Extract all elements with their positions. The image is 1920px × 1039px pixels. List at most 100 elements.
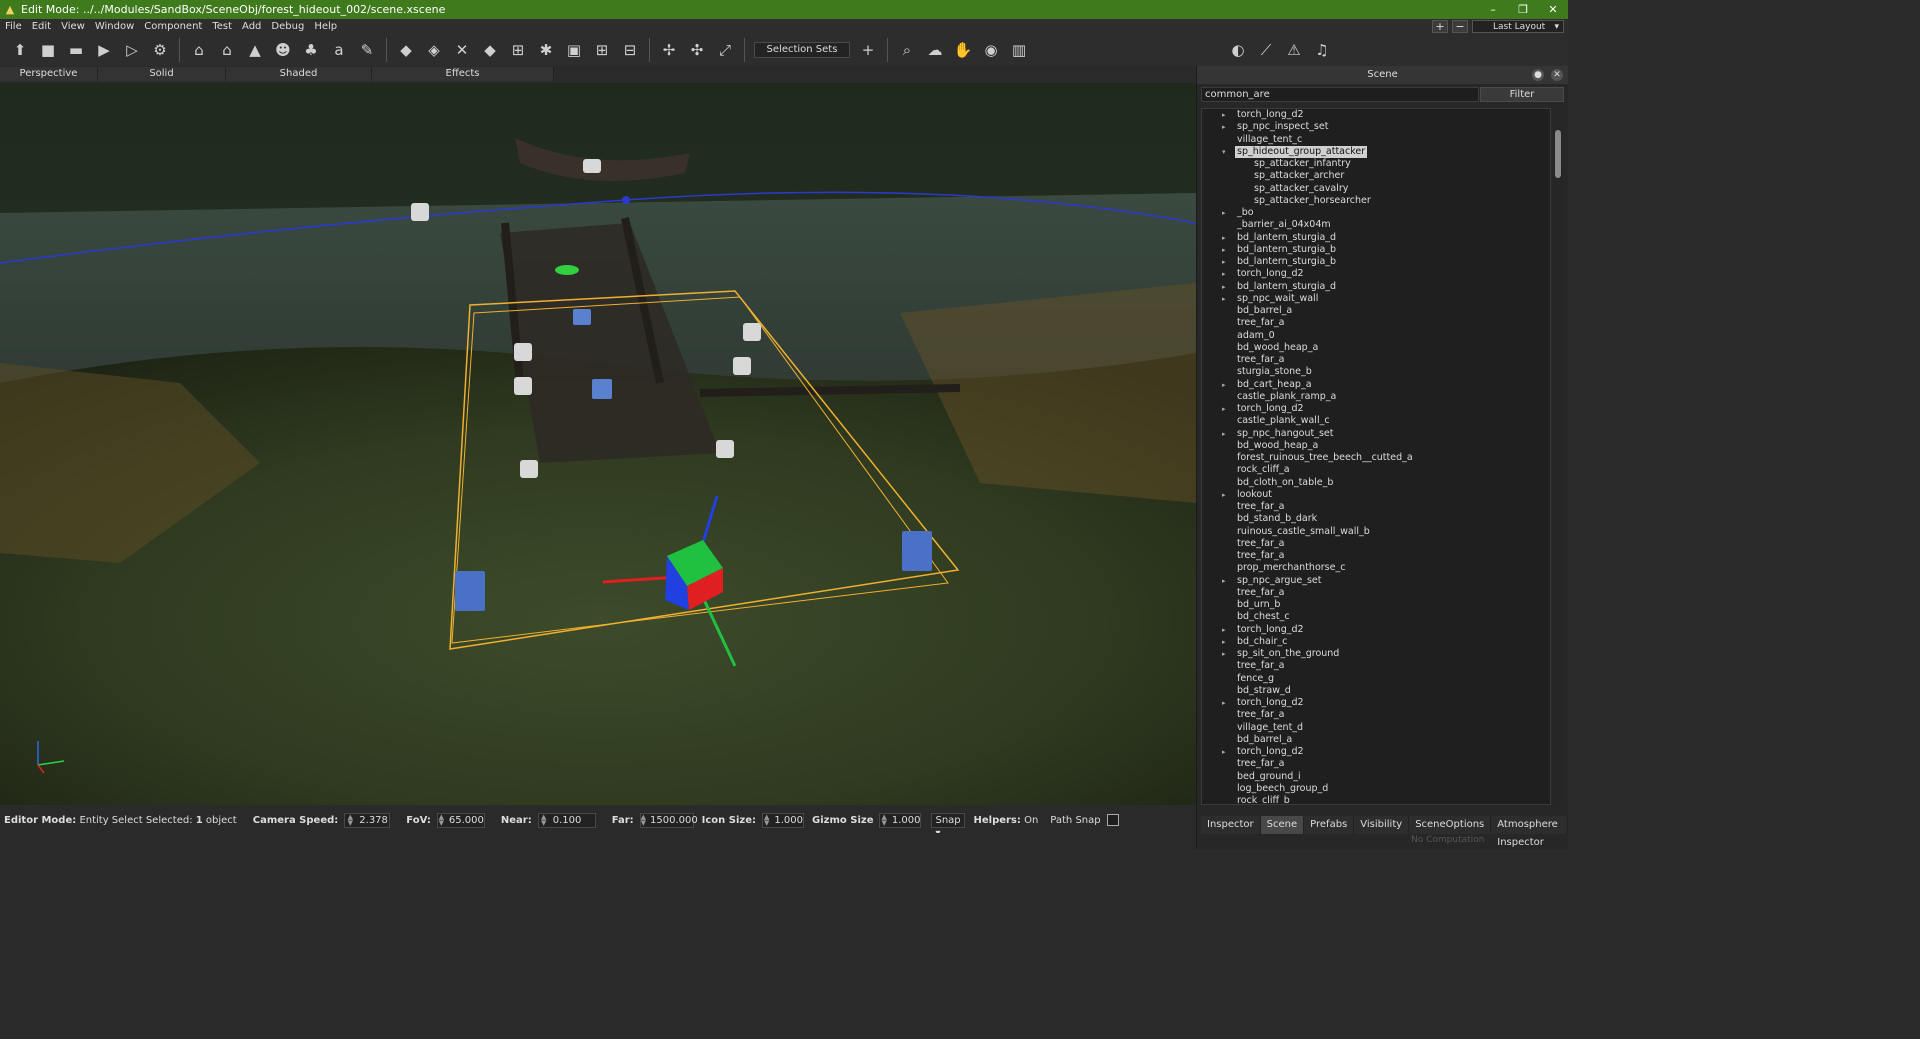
cube-add-icon[interactable]: ◈ [420,36,448,64]
tree-expand-icon[interactable]: ▸ [1222,232,1230,244]
tree-item[interactable]: ▸ bd_lantern_sturgia_d [1202,232,1550,244]
grid-icon[interactable]: ⊟ [616,36,644,64]
tree-expand-icon[interactable]: ▸ [1222,268,1230,280]
menu-window[interactable]: Window [90,21,139,32]
tree-item[interactable]: ▸ _bo [1202,207,1550,219]
menu-edit[interactable]: Edit [27,21,56,32]
cube-icon[interactable]: ◆ [476,36,504,64]
tree-item[interactable]: ▸ torch_long_d2 [1202,746,1550,758]
tree-expand-icon[interactable]: ▸ [1222,256,1230,268]
tree-expand-icon[interactable]: ▸ [1222,293,1230,305]
spinner-arrows-icon[interactable]: ▲ ▼ [880,814,887,827]
tree-item[interactable]: adam_0 [1202,330,1550,342]
particle-icon[interactable]: ✱ [532,36,560,64]
tree-expand-icon[interactable]: ▸ [1222,109,1230,121]
fov-input[interactable]: ▲ ▼ 65.000 [436,812,485,828]
play-outline-icon[interactable]: ▷ [118,36,146,64]
spinner-arrows-icon[interactable]: ▲ ▼ [539,814,549,827]
tree-expand-icon[interactable]: ▸ [1222,403,1230,415]
add-layout-button[interactable]: + [1432,20,1448,33]
restore-button[interactable]: ❐ [1508,0,1538,19]
tab-visibility[interactable]: Visibility [1354,816,1410,834]
near-input[interactable]: ▲ ▼ 0.100 [537,812,596,828]
tree-item[interactable]: tree_far_a [1202,587,1550,599]
tree-item[interactable]: ▸ bd_lantern_sturgia_b [1202,256,1550,268]
scale-icon[interactable]: ⤢ [711,36,739,64]
tab-sceneoptions[interactable]: SceneOptions [1409,816,1492,834]
scene-search-input[interactable]: common_are [1201,87,1479,102]
menu-add[interactable]: Add [237,21,266,32]
scene-tree[interactable]: ▸ torch_long_d2 ▸ sp_npc_inspect_set village… [1201,108,1551,805]
tree-expand-icon[interactable]: ▸ [1222,575,1230,587]
tree-item[interactable]: bd_chest_c [1202,611,1550,623]
tree-item[interactable]: fence_g [1202,673,1550,685]
tree-item[interactable]: village_tent_c [1202,134,1550,146]
weather-icon[interactable]: ☁ [921,36,949,64]
snap-dropdown[interactable]: Snap ▾ [931,812,966,839]
close-icon[interactable]: ✕ [1551,69,1563,81]
tree-item[interactable]: log_beech_group_d [1202,783,1550,795]
tree-item[interactable]: sp_attacker_horsearcher [1202,195,1550,207]
tree-item[interactable]: ▸ lookout [1202,489,1550,501]
tree-item[interactable]: ▸ sp_npc_wait_wall [1202,293,1550,305]
pin-icon[interactable]: ● [1532,69,1544,81]
tree-expand-icon[interactable]: ▸ [1222,648,1230,660]
tree-expand-icon[interactable]: ▸ [1222,281,1230,293]
spinner-arrows-icon[interactable]: ▲ ▼ [345,814,355,827]
menu-view[interactable]: View [56,21,90,32]
tree-item[interactable]: prop_merchanthorse_c [1202,562,1550,574]
tree-item[interactable]: rock_cliff_b [1202,795,1550,804]
tab-perspective[interactable]: Perspective [0,67,98,81]
tree-expand-icon[interactable]: ▸ [1222,121,1230,133]
minimize-button[interactable]: – [1478,0,1508,19]
settings-icon[interactable]: ⚙ [146,36,174,64]
menu-test[interactable]: Test [207,21,237,32]
scene-tree-scrollbar[interactable] [1553,128,1563,805]
add-selection-set-button[interactable]: + [854,36,882,64]
tree-item[interactable]: rock_cliff_a [1202,464,1550,476]
play-icon[interactable]: ▶ [90,36,118,64]
tree-item[interactable]: ▸ torch_long_d2 [1202,624,1550,636]
remove-layout-button[interactable]: − [1452,20,1468,33]
hand-icon[interactable]: ✋ [949,36,977,64]
binoculars-icon[interactable]: ⌕ [893,36,921,64]
tree-expand-icon[interactable]: ▸ [1222,244,1230,256]
grid-icon[interactable]: ⊞ [588,36,616,64]
tree-item[interactable]: bd_straw_d [1202,685,1550,697]
tree-item[interactable]: ▸ sp_npc_argue_set [1202,575,1550,587]
tree-item[interactable]: ▸ sp_npc_inspect_set [1202,121,1550,133]
move-icon[interactable]: ✢ [655,36,683,64]
tree-item[interactable]: ▸ bd_chair_c [1202,636,1550,648]
tab-atmosphere-inspector[interactable]: Atmosphere Inspector [1491,816,1568,848]
tree-item[interactable]: bd_barrel_a [1202,734,1550,746]
layout-select[interactable]: Last Layout ▾ [1472,20,1564,33]
gi-icon[interactable]: ▥ [1005,36,1033,64]
tree-expand-icon[interactable]: ▸ [1222,207,1230,219]
tree-expand-icon[interactable]: ▸ [1222,489,1230,501]
selection-sets-dropdown[interactable]: Selection Sets [754,42,850,58]
tree-item[interactable]: ▸ bd_lantern_sturgia_b [1202,244,1550,256]
terrain-icon[interactable]: ▲ [241,36,269,64]
tree-expand-icon[interactable]: ▸ [1222,379,1230,391]
tree-item[interactable]: ▸ bd_cart_heap_a [1202,379,1550,391]
tree-item[interactable]: ▸ torch_long_d2 [1202,697,1550,709]
tab-solid[interactable]: Solid [98,67,226,81]
tree-item[interactable]: tree_far_a [1202,550,1550,562]
menu-file[interactable]: File [0,21,27,32]
path-snap-checkbox[interactable] [1106,814,1119,826]
tree-item[interactable]: tree_far_a [1202,758,1550,770]
scrollbar-thumb[interactable] [1555,130,1561,178]
tree-item[interactable]: bd_barrel_a [1202,305,1550,317]
ruler-icon[interactable]: ⟋ [1252,36,1280,64]
spinner-arrows-icon[interactable]: ▲ ▼ [763,814,770,827]
house-icon[interactable]: ⌂ [213,36,241,64]
helpers-status[interactable]: Helpers: On [973,815,1038,826]
menu-debug[interactable]: Debug [266,21,309,32]
tree-expand-icon[interactable]: ▾ [1222,146,1230,158]
tree-item[interactable]: ruinous_castle_small_wall_b [1202,526,1550,538]
tree-item[interactable]: tree_far_a [1202,354,1550,366]
bounding-box-icon[interactable]: ▣ [560,36,588,64]
icon-size-input[interactable]: ▲ ▼ 1.000 [762,812,805,828]
tab-inspector[interactable]: Inspector [1201,816,1261,834]
rotate-icon[interactable]: ✣ [683,36,711,64]
